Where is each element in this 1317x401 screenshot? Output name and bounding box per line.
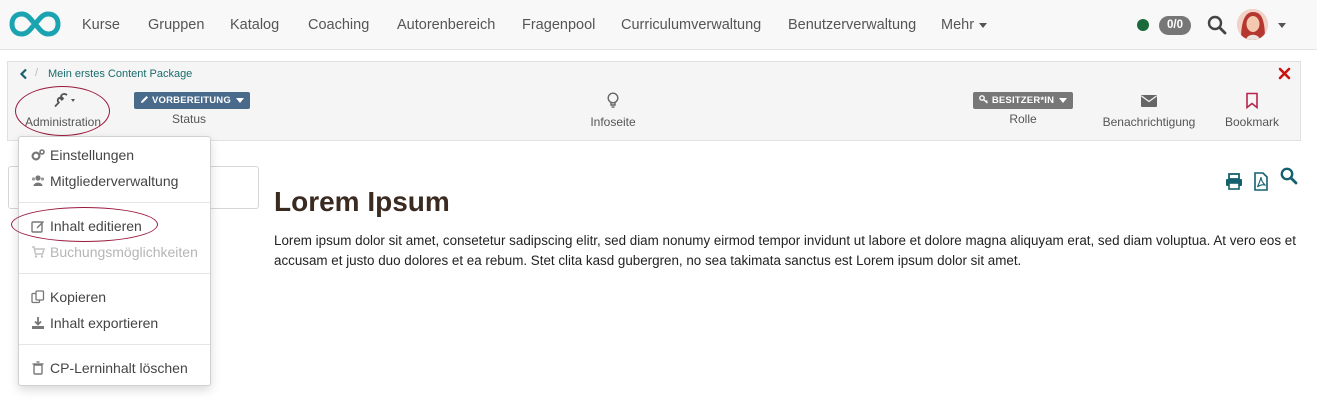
status-pill[interactable]: VORBEREITUNG [134,92,250,109]
wrench-icon [54,93,75,108]
menu-item-label: CP-Lerninhalt löschen [50,360,188,376]
online-status-icon[interactable] [1137,19,1149,31]
breadcrumb-separator: / [35,67,39,79]
nav-benutzerverwaltung[interactable]: Benutzerverwaltung [788,0,916,50]
user-avatar[interactable] [1237,9,1268,40]
copy-icon [31,290,45,304]
nav-mehr-label: Mehr [941,17,975,33]
user-menu-chevron-icon[interactable] [1278,23,1286,28]
menu-item-cp-lerninhalt-loeschen[interactable]: CP-Lerninhalt löschen [31,360,188,376]
menu-divider [19,344,210,345]
notification-label: Benachrichtigung [1102,115,1196,129]
menu-item-inhalt-editieren[interactable]: Inhalt editieren [31,218,142,234]
page-body-text: Lorem ipsum dolor sit amet, consetetur s… [274,233,1296,268]
pencil-icon [141,96,148,103]
close-icon[interactable] [1278,67,1291,80]
chevron-down-icon [1059,97,1068,103]
breadcrumb-current[interactable]: Mein erstes Content Package [48,68,192,80]
menu-item-kopieren[interactable]: Kopieren [31,289,106,305]
role-pill-text: BESITZER*IN [991,95,1055,106]
nav-curriculumverwaltung[interactable]: Curriculumverwaltung [621,0,761,50]
menu-item-label: Kopieren [50,289,107,305]
page-title: Lorem Ipsum [274,186,450,217]
menu-item-einstellungen[interactable]: Einstellungen [31,147,134,163]
role-pill[interactable]: BESITZER*IN [972,92,1074,109]
gears-icon [31,149,45,161]
trash-icon [32,361,44,375]
nav-gruppen[interactable]: Gruppen [148,0,204,50]
menu-item-mitgliederverwaltung[interactable]: Mitgliederverwaltung [31,173,178,189]
chevron-down-icon [979,22,988,28]
chevron-down-icon [235,97,244,103]
administration-dropdown: Einstellungen Mitgliederverwaltung Inhal… [18,136,211,386]
status-pill-text: VORBEREITUNG [152,95,231,106]
role-tool[interactable]: BESITZER*IN Rolle [970,92,1076,126]
menu-divider [19,273,210,274]
infoseite-label: Infoseite [590,115,636,129]
menu-item-label: Einstellungen [50,147,135,163]
notification-badge[interactable]: 0/0 [1159,16,1191,35]
nav-mehr[interactable]: Mehr [941,0,988,50]
menu-item-label: Inhalt editieren [50,218,142,234]
search-content-icon[interactable] [1280,167,1298,186]
pdf-icon[interactable] [1252,172,1270,191]
menu-item-buchungsmoeglichkeiten: Buchungsmöglichkeiten [31,244,198,260]
administration-label: Administration [24,115,102,129]
menu-item-label: Inhalt exportieren [50,315,159,331]
notification-button[interactable]: Benachrichtigung [1100,92,1198,129]
users-icon [31,175,45,186]
menu-item-inhalt-exportieren[interactable]: Inhalt exportieren [31,315,158,331]
status-label: Status [171,112,207,126]
menu-item-label: Mitgliederverwaltung [50,173,179,189]
openolat-logo[interactable] [9,10,61,38]
infoseite-button[interactable]: Infoseite [578,92,648,129]
print-icon[interactable] [1225,172,1243,191]
cart-icon [32,246,45,258]
status-tool[interactable]: VORBEREITUNG Status [134,92,250,126]
bookmark-button[interactable]: Bookmark [1220,92,1284,129]
key-icon [978,95,988,104]
resource-toolbar: / Mein erstes Content Package Administra… [7,61,1301,141]
nav-fragenpool[interactable]: Fragenpool [522,0,595,50]
nav-coaching[interactable]: Coaching [308,0,369,50]
bookmark-label: Bookmark [1224,115,1280,129]
search-icon[interactable] [1207,15,1227,35]
back-chevron-icon[interactable] [18,68,30,80]
bookmark-icon [1246,92,1258,110]
nav-kurse[interactable]: Kurse [82,0,120,50]
role-label: Rolle [1009,112,1037,126]
nav-katalog[interactable]: Katalog [230,0,279,50]
edit-icon [31,221,44,233]
nav-autorenbereich[interactable]: Autorenbereich [397,0,495,50]
menu-item-label: Buchungsmöglichkeiten [50,244,198,260]
top-navigation: Kurse Gruppen Katalog Coaching Autorenbe… [0,0,1317,50]
download-icon [32,317,44,329]
envelope-icon [1141,95,1157,107]
administration-button[interactable]: Administration [20,92,106,129]
lightbulb-icon [607,92,619,108]
menu-divider [19,202,210,203]
